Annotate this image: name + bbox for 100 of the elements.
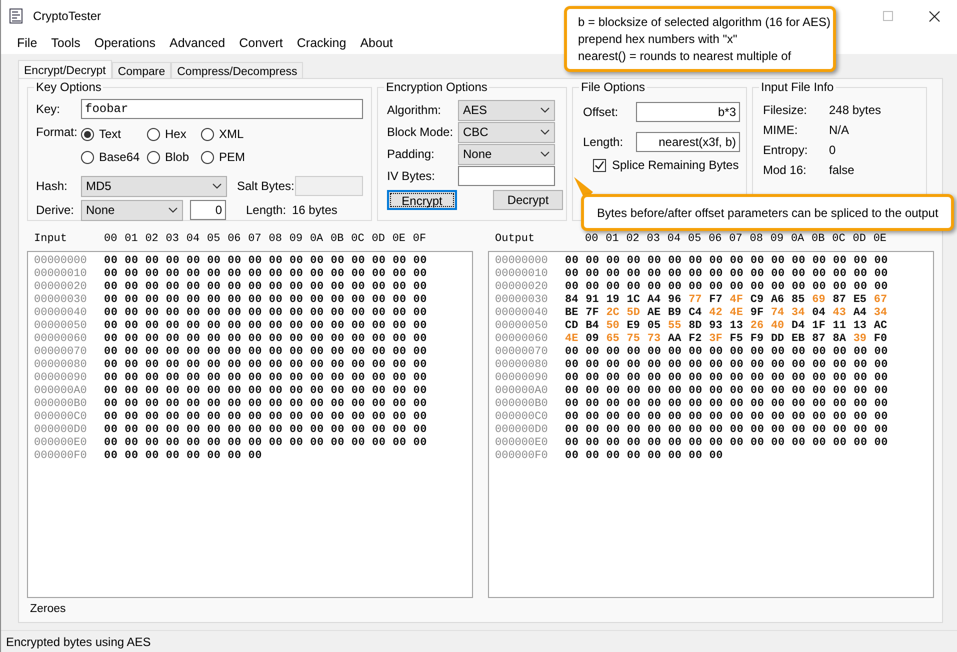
panel-title: Input — [34, 232, 68, 246]
hex-byte: 34 — [792, 307, 806, 320]
key-field[interactable]: foobar — [81, 99, 363, 119]
radio-button[interactable] — [147, 128, 160, 140]
info-label: Mod 16: — [763, 162, 808, 179]
hex-bytes: 00 00 00 00 00 00 00 00 00 00 00 00 00 00 00 00 — [104, 385, 427, 398]
hex-byte: 43 — [832, 307, 847, 320]
dropdown[interactable]: MD5 — [81, 176, 227, 196]
column-header: 0C — [351, 232, 366, 246]
checkbox-label: Splice Remaining Bytes — [612, 157, 739, 174]
dropdown[interactable]: AES — [458, 100, 555, 120]
column-header: 00 — [104, 232, 118, 246]
hex-byte: CD — [565, 320, 580, 333]
hex-byte: E9 — [626, 320, 641, 333]
radio-label: Base64 — [99, 149, 140, 166]
menu-item[interactable]: Operations — [87, 34, 162, 52]
offset-label: 000000B0 — [495, 398, 549, 411]
hex-bytes: 00 00 00 00 00 00 00 00 00 00 00 00 00 00 00 00 — [104, 294, 427, 307]
radio-button[interactable] — [201, 150, 214, 164]
hex-byte: 09 — [586, 333, 600, 346]
chevron-icon — [540, 151, 550, 157]
hex-byte: 69 — [812, 294, 826, 307]
offset-field[interactable]: b*3 — [636, 102, 740, 122]
field-label: Key: — [36, 101, 62, 118]
menu-item[interactable]: File — [10, 34, 44, 52]
checkbox[interactable] — [593, 158, 606, 172]
column-header: 04 — [667, 232, 682, 246]
menu-item[interactable]: Advanced — [162, 34, 232, 52]
window-title: CryptoTester — [33, 8, 102, 25]
tab[interactable]: Compress/Decompress — [171, 62, 304, 78]
hex-byte: F2 — [688, 333, 703, 346]
length-value: 16 bytes — [292, 202, 338, 219]
radio-button[interactable] — [81, 150, 94, 164]
hex-bytes: 00 00 00 00 00 00 00 00 00 00 00 00 00 00 00 00 — [104, 359, 427, 372]
tab[interactable]: Encrypt/Decrypt — [18, 60, 112, 78]
hex-bytes: 00 00 00 00 00 00 00 00 00 00 00 00 00 00 00 00 — [565, 255, 888, 268]
column-header: 09 — [289, 232, 304, 246]
hex-bytes: 00 00 00 00 00 00 00 00 00 00 00 00 00 00 00 00 — [104, 281, 427, 294]
app-icon — [9, 8, 25, 24]
field-label: Block Mode: — [387, 124, 454, 141]
field-label: Length: — [246, 202, 288, 219]
column-header: 06 — [708, 232, 723, 246]
hex-byte: 87 — [832, 294, 847, 307]
hex-byte: A4 — [853, 307, 868, 320]
hex-byte: F5 — [730, 333, 744, 346]
offset-label: 000000D0 — [495, 424, 549, 437]
info-label: MIME: — [763, 122, 799, 139]
hex-byte: 19 — [606, 294, 620, 307]
offset-label: 000000A0 — [34, 385, 88, 398]
tab[interactable]: Compare — [112, 62, 172, 78]
dropdown[interactable]: None — [458, 144, 555, 164]
hex-byte: B4 — [586, 320, 600, 333]
radio-button[interactable] — [81, 128, 94, 140]
hex-bytes: 00 00 00 00 00 00 00 00 00 00 00 00 00 00 00 00 — [565, 359, 888, 372]
hex-byte: 4F — [730, 294, 744, 307]
column-header: 0A — [310, 232, 324, 246]
hex-byte: A4 — [647, 294, 662, 307]
column-header: 0E — [873, 232, 888, 246]
offset-label: 00000090 — [34, 372, 88, 385]
hex-bytes: 00 00 00 00 00 00 00 00 00 00 00 00 00 00 00 00 — [104, 320, 427, 333]
radio-button[interactable] — [147, 150, 160, 164]
hex-byte: 75 — [626, 333, 641, 346]
offset-label: 00000080 — [34, 359, 88, 372]
hex-bytes: 00 00 00 00 00 00 00 00 00 00 00 00 00 00 00 00 — [104, 411, 427, 424]
length-field[interactable]: nearest(x3f, b) — [636, 132, 740, 152]
menu-item[interactable]: Tools — [44, 34, 88, 52]
hex-bytes: 00 00 00 00 00 00 00 00 00 00 00 00 00 00 00 00 — [104, 346, 427, 359]
hex-byte: 55 — [668, 320, 682, 333]
field-label: Offset: — [583, 104, 620, 121]
column-header: 04 — [186, 232, 201, 246]
hex-view[interactable] — [488, 251, 934, 598]
dropdown[interactable]: CBC — [458, 122, 555, 142]
column-header: 03 — [166, 232, 180, 246]
dropdown[interactable]: None — [81, 200, 183, 220]
hex-byte: 2C — [606, 307, 620, 320]
hex-bytes: 00 00 00 00 00 00 00 00 00 00 00 00 00 00 00 00 — [104, 333, 427, 346]
hex-byte: E5 — [853, 294, 868, 307]
offset-label: 00000060 — [34, 333, 88, 346]
menu-item[interactable]: Cracking — [290, 34, 354, 52]
column-header: 05 — [206, 232, 222, 246]
action-button[interactable]: Decrypt — [493, 190, 563, 210]
chevron-icon — [540, 107, 550, 113]
hex-bytes: 00 00 00 00 00 00 00 00 00 00 00 00 00 00 00 00 — [565, 424, 888, 437]
hex-byte: 84 — [565, 294, 580, 307]
radio-button[interactable] — [201, 128, 214, 140]
menu-item[interactable]: Convert — [232, 34, 290, 52]
iv-field[interactable] — [458, 166, 555, 186]
hex-view[interactable] — [27, 251, 473, 598]
chevron-icon — [168, 207, 178, 213]
iterations-field[interactable]: 0 — [190, 200, 226, 220]
group-title: Key Options — [34, 80, 104, 94]
hex-byte: 26 — [750, 320, 765, 333]
menu-item[interactable]: About — [353, 34, 400, 52]
hex-byte: AC — [874, 320, 888, 333]
hex-byte: 1F — [812, 320, 826, 333]
offset-label: 00000070 — [495, 346, 549, 359]
action-button[interactable]: Encrypt — [387, 190, 457, 210]
hex-byte: F7 — [709, 294, 724, 307]
offset-label: 000000E0 — [495, 437, 549, 450]
field-label: Length: — [583, 134, 624, 151]
